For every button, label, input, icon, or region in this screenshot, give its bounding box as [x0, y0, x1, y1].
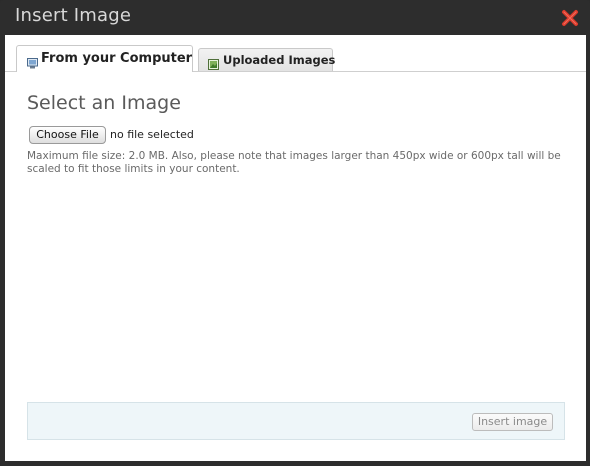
file-status-text: no file selected	[110, 128, 194, 141]
tab-label: Uploaded Images	[223, 53, 336, 67]
computer-icon	[27, 54, 38, 69]
choose-file-button[interactable]: Choose File	[29, 126, 106, 144]
tab-uploaded-images[interactable]: Uploaded Images	[198, 48, 336, 71]
file-size-hint: Maximum file size: 2.0 MB. Also, please …	[27, 150, 561, 175]
insert-image-dialog: Insert Image From your Computer Uploaded…	[0, 0, 590, 466]
tab-from-computer[interactable]: From your Computer	[16, 45, 193, 72]
dialog-content: From your Computer Uploaded Images Selec…	[5, 35, 586, 461]
dialog-footer: Insert image	[27, 402, 565, 440]
dialog-title: Insert Image	[15, 5, 132, 26]
insert-image-button[interactable]: Insert image	[472, 413, 553, 431]
tab-bar: From your Computer Uploaded Images	[5, 35, 586, 72]
image-icon	[208, 55, 219, 70]
tab-label: From your Computer	[41, 51, 193, 66]
close-icon[interactable]	[561, 9, 579, 27]
section-heading: Select an Image	[27, 92, 181, 114]
dialog-titlebar: Insert Image	[0, 0, 590, 34]
